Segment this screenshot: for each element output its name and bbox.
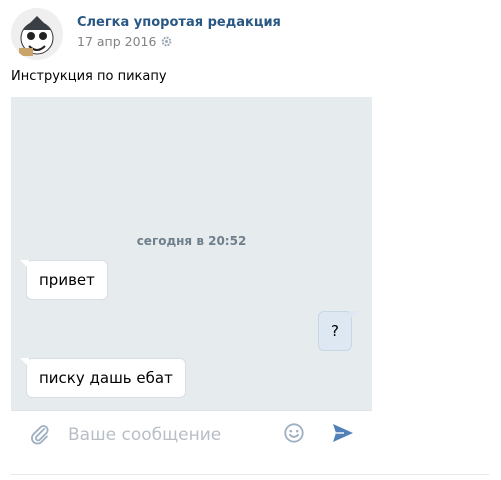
message-text: ?: [331, 322, 339, 340]
post-date[interactable]: 17 апр 2016: [77, 34, 156, 49]
paperclip-icon[interactable]: [29, 423, 51, 445]
chat-screenshot: сегодня в 20:52 привет ? писку дашь ебат: [11, 97, 372, 410]
bubble-tail: [20, 358, 29, 367]
bubble-tail: [20, 260, 29, 269]
message-text: привет: [39, 271, 95, 289]
message-outgoing: ?: [318, 311, 358, 351]
author-name[interactable]: Слегка упоротая редакция: [77, 15, 281, 30]
avatar[interactable]: [11, 8, 63, 60]
message-text: писку дашь ебат: [39, 369, 173, 387]
message-incoming: писку дашь ебат: [20, 358, 186, 398]
gear-icon: [162, 36, 172, 47]
message-composer: Ваше сообщение: [11, 410, 372, 456]
send-icon[interactable]: [331, 422, 355, 444]
message-input[interactable]: Ваше сообщение: [68, 425, 221, 445]
post-header: Слегка упоротая редакция 17 апр 2016: [11, 8, 491, 60]
post-text: Инструкция по пикапу: [11, 69, 167, 84]
avatar-image: [11, 8, 63, 60]
post-divider: [11, 474, 489, 475]
chat-date-label: сегодня в 20:52: [136, 234, 247, 248]
message-incoming: привет: [20, 260, 108, 300]
bubble-tail: [348, 311, 358, 320]
post-date-row: 17 апр 2016: [77, 34, 172, 49]
smile-icon[interactable]: [283, 422, 305, 444]
